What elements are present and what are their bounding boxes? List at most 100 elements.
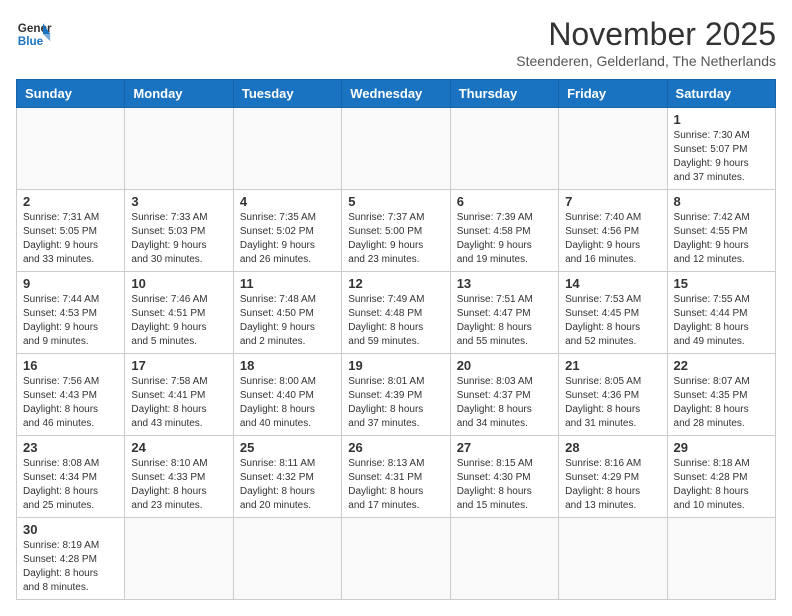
calendar-cell — [559, 518, 667, 600]
calendar-cell: 21Sunrise: 8:05 AM Sunset: 4:36 PM Dayli… — [559, 354, 667, 436]
day-info: Sunrise: 7:37 AM Sunset: 5:00 PM Dayligh… — [348, 211, 443, 267]
calendar-cell — [17, 108, 125, 190]
weekday-header-thursday: Thursday — [450, 80, 558, 108]
day-number: 11 — [240, 276, 335, 291]
calendar-cell: 5 Sunrise: 7:37 AM Sunset: 5:00 PM Daylig… — [342, 190, 450, 272]
day-info: Sunrise: 7:56 AM Sunset: 4:43 PM Dayligh… — [23, 375, 118, 431]
logo-icon: General Blue — [16, 16, 52, 52]
day-info: Sunrise: 7:30 AM Sunset: 5:07 PM Dayligh… — [674, 129, 769, 185]
day-number: 7 — [565, 194, 660, 209]
day-info: Sunrise: 8:10 AM Sunset: 4:33 PM Dayligh… — [131, 457, 226, 513]
day-number: 15 — [674, 276, 769, 291]
day-number: 20 — [457, 358, 552, 373]
calendar-cell: 7 Sunrise: 7:40 AM Sunset: 4:56 PM Daylig… — [559, 190, 667, 272]
calendar-cell — [342, 108, 450, 190]
day-info: Sunrise: 7:53 AM Sunset: 4:45 PM Dayligh… — [565, 293, 660, 349]
calendar-cell: 15 Sunrise: 7:55 AM Sunset: 4:44 PM Dayli… — [667, 272, 775, 354]
weekday-header-saturday: Saturday — [667, 80, 775, 108]
calendar-cell: 18 Sunrise: 8:00 AM Sunset: 4:40 PM Dayli… — [233, 354, 341, 436]
weekday-header-sunday: Sunday — [17, 80, 125, 108]
calendar-cell — [125, 518, 233, 600]
calendar-cell: 24 Sunrise: 8:10 AM Sunset: 4:33 PM Dayli… — [125, 436, 233, 518]
day-number: 26 — [348, 440, 443, 455]
day-number: 18 — [240, 358, 335, 373]
calendar-cell: 4 Sunrise: 7:35 AM Sunset: 5:02 PM Daylig… — [233, 190, 341, 272]
calendar-cell: 19Sunrise: 8:01 AM Sunset: 4:39 PM Dayli… — [342, 354, 450, 436]
day-info: Sunrise: 7:48 AM Sunset: 4:50 PM Dayligh… — [240, 293, 335, 349]
day-number: 27 — [457, 440, 552, 455]
day-info: Sunrise: 7:46 AM Sunset: 4:51 PM Dayligh… — [131, 293, 226, 349]
calendar-cell: 16Sunrise: 7:56 AM Sunset: 4:43 PM Dayli… — [17, 354, 125, 436]
calendar-cell: 28 Sunrise: 8:16 AM Sunset: 4:29 PM Dayli… — [559, 436, 667, 518]
day-info: Sunrise: 7:33 AM Sunset: 5:03 PM Dayligh… — [131, 211, 226, 267]
calendar-cell: 20 Sunrise: 8:03 AM Sunset: 4:37 PM Dayli… — [450, 354, 558, 436]
week-row-6: 30 Sunrise: 8:19 AM Sunset: 4:28 PM Dayli… — [17, 518, 776, 600]
week-row-3: 9Sunrise: 7:44 AM Sunset: 4:53 PM Daylig… — [17, 272, 776, 354]
calendar-cell: 30 Sunrise: 8:19 AM Sunset: 4:28 PM Dayli… — [17, 518, 125, 600]
day-number: 19 — [348, 358, 443, 373]
day-number: 22 — [674, 358, 769, 373]
day-number: 12 — [348, 276, 443, 291]
calendar-cell: 25 Sunrise: 8:11 AM Sunset: 4:32 PM Dayli… — [233, 436, 341, 518]
calendar-cell — [559, 108, 667, 190]
calendar-cell: 27Sunrise: 8:15 AM Sunset: 4:30 PM Dayli… — [450, 436, 558, 518]
day-number: 1 — [674, 112, 769, 127]
calendar-cell — [450, 518, 558, 600]
calendar-cell: 29Sunrise: 8:18 AM Sunset: 4:28 PM Dayli… — [667, 436, 775, 518]
calendar-cell: 2 Sunrise: 7:31 AM Sunset: 5:05 PM Daylig… — [17, 190, 125, 272]
day-info: Sunrise: 8:03 AM Sunset: 4:37 PM Dayligh… — [457, 375, 552, 431]
day-number: 23 — [23, 440, 118, 455]
calendar-cell: 22Sunrise: 8:07 AM Sunset: 4:35 PM Dayli… — [667, 354, 775, 436]
day-number: 17 — [131, 358, 226, 373]
day-info: Sunrise: 7:55 AM Sunset: 4:44 PM Dayligh… — [674, 293, 769, 349]
day-info: Sunrise: 7:49 AM Sunset: 4:48 PM Dayligh… — [348, 293, 443, 349]
day-info: Sunrise: 7:39 AM Sunset: 4:58 PM Dayligh… — [457, 211, 552, 267]
calendar-cell: 13Sunrise: 7:51 AM Sunset: 4:47 PM Dayli… — [450, 272, 558, 354]
day-info: Sunrise: 7:58 AM Sunset: 4:41 PM Dayligh… — [131, 375, 226, 431]
day-number: 25 — [240, 440, 335, 455]
day-info: Sunrise: 7:40 AM Sunset: 4:56 PM Dayligh… — [565, 211, 660, 267]
calendar-cell: 14 Sunrise: 7:53 AM Sunset: 4:45 PM Dayli… — [559, 272, 667, 354]
calendar-cell: 12 Sunrise: 7:49 AM Sunset: 4:48 PM Dayli… — [342, 272, 450, 354]
calendar-cell — [667, 518, 775, 600]
calendar-cell: 11 Sunrise: 7:48 AM Sunset: 4:50 PM Dayli… — [233, 272, 341, 354]
calendar-cell — [450, 108, 558, 190]
day-info: Sunrise: 7:31 AM Sunset: 5:05 PM Dayligh… — [23, 211, 118, 267]
calendar-cell — [233, 108, 341, 190]
day-number: 28 — [565, 440, 660, 455]
weekday-header-tuesday: Tuesday — [233, 80, 341, 108]
day-number: 5 — [348, 194, 443, 209]
calendar-cell: 1 Sunrise: 7:30 AM Sunset: 5:07 PM Daylig… — [667, 108, 775, 190]
day-info: Sunrise: 8:11 AM Sunset: 4:32 PM Dayligh… — [240, 457, 335, 513]
day-number: 2 — [23, 194, 118, 209]
day-number: 14 — [565, 276, 660, 291]
day-info: Sunrise: 8:16 AM Sunset: 4:29 PM Dayligh… — [565, 457, 660, 513]
calendar-cell — [125, 108, 233, 190]
day-info: Sunrise: 8:19 AM Sunset: 4:28 PM Dayligh… — [23, 539, 118, 595]
day-info: Sunrise: 7:35 AM Sunset: 5:02 PM Dayligh… — [240, 211, 335, 267]
day-number: 10 — [131, 276, 226, 291]
day-info: Sunrise: 7:42 AM Sunset: 4:55 PM Dayligh… — [674, 211, 769, 267]
day-info: Sunrise: 8:08 AM Sunset: 4:34 PM Dayligh… — [23, 457, 118, 513]
month-title: November 2025 — [516, 16, 776, 53]
calendar-cell: 6 Sunrise: 7:39 AM Sunset: 4:58 PM Daylig… — [450, 190, 558, 272]
day-number: 21 — [565, 358, 660, 373]
calendar-cell: 9Sunrise: 7:44 AM Sunset: 4:53 PM Daylig… — [17, 272, 125, 354]
weekday-header-friday: Friday — [559, 80, 667, 108]
day-info: Sunrise: 8:13 AM Sunset: 4:31 PM Dayligh… — [348, 457, 443, 513]
calendar-cell — [342, 518, 450, 600]
calendar-cell: 23 Sunrise: 8:08 AM Sunset: 4:34 PM Dayli… — [17, 436, 125, 518]
day-number: 13 — [457, 276, 552, 291]
day-number: 24 — [131, 440, 226, 455]
weekday-header-row: SundayMondayTuesdayWednesdayThursdayFrid… — [17, 80, 776, 108]
day-number: 8 — [674, 194, 769, 209]
day-info: Sunrise: 8:00 AM Sunset: 4:40 PM Dayligh… — [240, 375, 335, 431]
calendar-cell: 3Sunrise: 7:33 AM Sunset: 5:03 PM Daylig… — [125, 190, 233, 272]
day-number: 6 — [457, 194, 552, 209]
day-number: 4 — [240, 194, 335, 209]
subtitle: Steenderen, Gelderland, The Netherlands — [516, 53, 776, 69]
day-number: 30 — [23, 522, 118, 537]
calendar-cell: 26 Sunrise: 8:13 AM Sunset: 4:31 PM Dayli… — [342, 436, 450, 518]
day-number: 9 — [23, 276, 118, 291]
week-row-2: 2 Sunrise: 7:31 AM Sunset: 5:05 PM Daylig… — [17, 190, 776, 272]
